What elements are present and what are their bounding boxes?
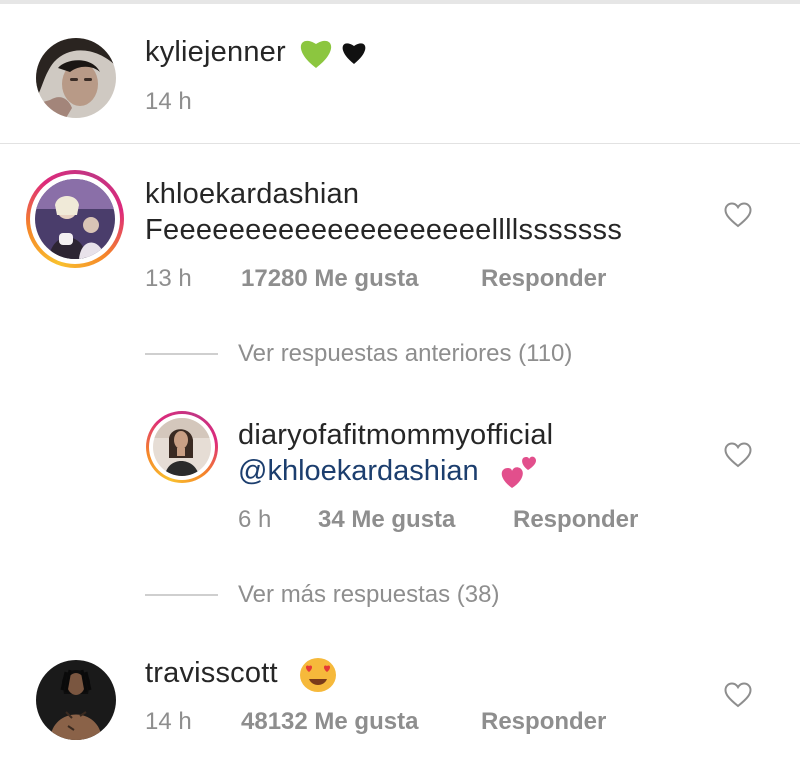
like-heart-icon[interactable] — [724, 682, 752, 708]
reply-mention[interactable]: @khloekardashian — [238, 455, 479, 488]
thread-line — [145, 594, 218, 596]
caption-emoji — [298, 36, 374, 70]
view-previous-replies[interactable]: Ver respuestas anteriores (110) — [238, 340, 572, 368]
reply-username[interactable]: diaryofafitmommyofficial — [238, 419, 553, 452]
comment-time: 14 h — [145, 708, 192, 735]
top-border — [0, 0, 800, 4]
caption-time: 14 h — [145, 88, 192, 115]
comment-likes[interactable]: 17280 Me gusta — [241, 265, 418, 293]
reply-button[interactable]: Responder — [481, 265, 606, 293]
comment-likes[interactable]: 48132 Me gusta — [241, 708, 418, 736]
reply-likes[interactable]: 34 Me gusta — [318, 506, 455, 534]
comment-username[interactable]: khloekardashian — [145, 178, 359, 211]
avatar-travisscott[interactable] — [36, 660, 116, 740]
two-hearts-icon — [498, 452, 540, 490]
green-heart-black-heart-icon — [300, 40, 366, 68]
like-heart-icon[interactable] — [724, 442, 752, 468]
divider — [0, 143, 800, 144]
reply-respond-button[interactable]: Responder — [513, 506, 638, 534]
thread-line — [145, 353, 218, 355]
caption-username[interactable]: kyliejenner — [145, 36, 286, 69]
avatar-khloekardashian[interactable] — [35, 179, 115, 259]
view-more-replies[interactable]: Ver más respuestas (38) — [238, 581, 499, 609]
like-heart-icon[interactable] — [724, 202, 752, 228]
reply-time: 6 h — [238, 506, 272, 533]
comment-time: 13 h — [145, 265, 192, 292]
reply-button[interactable]: Responder — [481, 708, 606, 736]
heart-eyes-emoji-icon — [298, 655, 338, 695]
avatar-diaryofafitmommyofficial[interactable] — [153, 418, 211, 476]
comment-text: Feeeeeeeeeeeeeeeeeeeellllsssssss — [145, 214, 623, 246]
avatar-kyliejenner[interactable] — [36, 38, 116, 118]
comment-username[interactable]: travisscott — [145, 657, 278, 690]
